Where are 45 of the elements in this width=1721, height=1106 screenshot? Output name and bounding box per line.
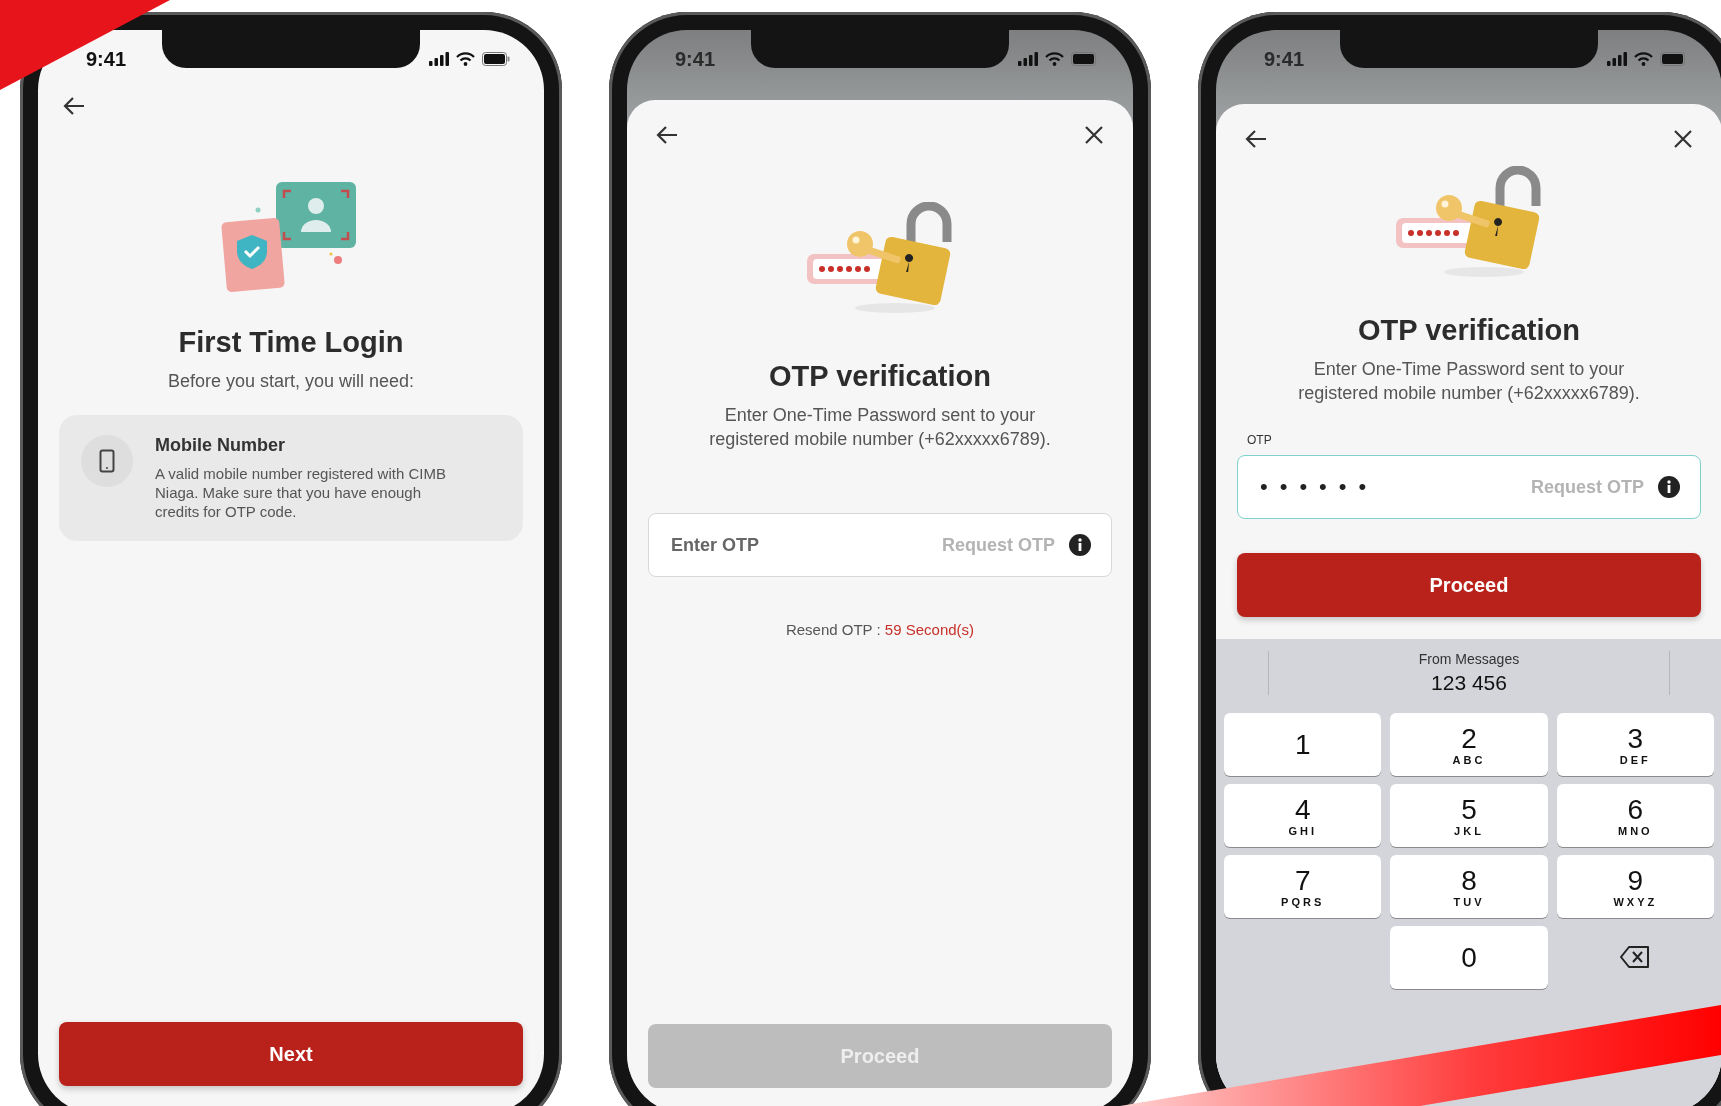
keypad-key[interactable]: 8 TUV	[1390, 855, 1548, 918]
status-time: 9:41	[675, 47, 716, 71]
signal-icon	[1607, 52, 1627, 66]
requirement-title: Mobile Number	[155, 435, 286, 456]
keypad-key[interactable]: 4 GHI	[1224, 784, 1382, 847]
screen-title: OTP verification	[769, 360, 991, 393]
battery-icon	[1071, 52, 1099, 66]
keypad-key[interactable]: 9 WXYZ	[1556, 855, 1714, 918]
keypad-key[interactable]: 3 DEF	[1556, 713, 1714, 776]
wifi-icon	[456, 52, 475, 66]
phone-icon	[99, 449, 115, 473]
battery-icon	[1660, 52, 1688, 66]
back-arrow-icon	[656, 125, 678, 145]
close-icon	[1673, 129, 1693, 149]
proceed-button[interactable]: Proceed	[1237, 553, 1701, 617]
screen-subtitle: Before you start, you will need:	[167, 370, 415, 393]
resend-timer: Resend OTP : 59 Second(s)	[785, 621, 975, 638]
status-time: 9:41	[1264, 47, 1305, 71]
screen-title: First Time Login	[178, 326, 404, 359]
keypad-key[interactable]: 0	[1390, 926, 1548, 989]
otp-instructions: Enter One-Time Password sent to your registered mobile number (+62xxxxx6789).	[708, 404, 1052, 451]
back-arrow-icon	[63, 96, 85, 116]
keypad-key[interactable]: 2 ABC	[1390, 713, 1548, 776]
requirement-description: A valid mobile number registered with CIMB Niaga. Make sure that you have enough credits for OTP code.	[155, 464, 447, 521]
info-icon[interactable]	[1658, 476, 1680, 498]
keypad-key[interactable]: 6 MNO	[1556, 784, 1714, 847]
battery-icon	[482, 52, 510, 66]
backspace-icon	[1620, 946, 1651, 968]
screen-title: OTP verification	[1358, 314, 1580, 347]
otp-input-field[interactable]: •••••• Request OTP	[1237, 455, 1701, 519]
info-icon[interactable]	[1069, 534, 1091, 556]
back-arrow-icon	[1245, 129, 1267, 149]
signal-icon	[429, 52, 449, 66]
keypad-key[interactable]: 7 PQRS	[1224, 855, 1382, 918]
next-button[interactable]: Next	[59, 1022, 523, 1086]
field-label: OTP	[1247, 433, 1272, 447]
status-time: 9:41	[86, 47, 127, 71]
wifi-icon	[1045, 52, 1064, 66]
otp-suggestion[interactable]: From Messages 123 456	[1268, 651, 1670, 695]
otp-instructions: Enter One-Time Password sent to your registered mobile number (+62xxxxx6789).	[1297, 358, 1641, 405]
wifi-icon	[1634, 52, 1653, 66]
keypad-key[interactable]: 5 JKL	[1390, 784, 1548, 847]
signal-icon	[1018, 52, 1038, 66]
close-icon	[1084, 125, 1104, 145]
keypad-key[interactable]: 1	[1224, 713, 1382, 776]
